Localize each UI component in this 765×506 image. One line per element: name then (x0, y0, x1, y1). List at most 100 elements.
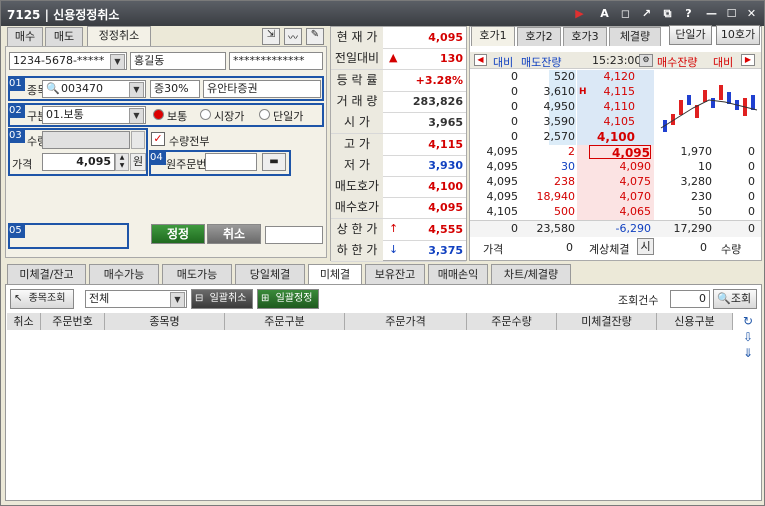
candle (679, 100, 683, 115)
bottom-tab[interactable]: 당일체결 (235, 264, 305, 284)
candle (719, 85, 723, 100)
quote-row: 전일대비 130 ▲ (331, 48, 466, 71)
minimize-icon[interactable]: — (704, 6, 719, 21)
tab-volume[interactable]: 체결량 (609, 27, 661, 46)
bottom-tab[interactable]: 미체결/잔고 (7, 264, 86, 284)
password-field[interactable]: ************* (229, 52, 323, 70)
candle (687, 95, 691, 105)
export-icon[interactable]: ⇲ (262, 28, 280, 45)
help-icon[interactable]: ? (681, 6, 696, 21)
bid-diff: 0 (748, 160, 755, 173)
single-price-button[interactable]: 단일가 (669, 25, 712, 45)
radio-normal[interactable] (153, 109, 164, 120)
time-header: 15:23:00 (592, 54, 642, 67)
bottom-tab[interactable]: 보유잔고 (365, 264, 425, 284)
export-list-icon[interactable]: ⇩ (740, 330, 756, 345)
ask-diff: 0 (511, 100, 518, 113)
bottom-tab[interactable]: 차트/체결량 (491, 264, 571, 284)
radio-single[interactable] (259, 109, 270, 120)
qty-input[interactable] (42, 131, 130, 149)
account-name: 홍길동 (130, 52, 226, 70)
quote-value: 283,826 (412, 94, 463, 108)
tool-icon[interactable]: ✎ (306, 28, 324, 45)
quote-label: 거 래 량 (331, 90, 383, 112)
price-stepper[interactable]: ▲ ▼ (115, 153, 129, 171)
quote-value: 4,095 (428, 201, 463, 215)
search-button[interactable]: 🔍 조회 (713, 289, 757, 309)
exec-time-button[interactable]: 시 (637, 238, 654, 255)
column-header: 주문수량 (467, 313, 557, 330)
ask-diff: 0 (511, 115, 518, 128)
extra-field[interactable] (265, 226, 323, 244)
quote-value: 4,095 (428, 31, 463, 44)
play-icon[interactable]: ▶ (572, 6, 587, 21)
expected-price: 0 (566, 241, 573, 254)
bottom-tab[interactable]: 매매손익 (428, 264, 488, 284)
bulk-cancel-button[interactable]: ⊟ 일괄취소 (191, 289, 253, 309)
quote-label: 하 한 가 (331, 240, 383, 261)
tab-modify-cancel[interactable]: 정정취소 (87, 26, 151, 46)
lookup-button[interactable]: ↖ 종목조회 (10, 289, 74, 309)
trade-qty: 18,940 (536, 190, 576, 203)
all-qty-checkbox[interactable]: ✓ (151, 132, 165, 146)
trade-qty: 2 (568, 145, 575, 158)
column-header: 주문구분 (225, 313, 345, 330)
tab-buy[interactable]: 매수 (7, 27, 43, 46)
count-label: 조회건수 (618, 294, 659, 307)
price-input[interactable]: 4,095 (42, 153, 115, 171)
font-icon[interactable]: A (597, 6, 612, 21)
ask-diff: 0 (511, 130, 518, 143)
column-header: 신용구분 (657, 313, 733, 330)
bid-qty: 50 (698, 205, 712, 218)
orig-order-input[interactable] (205, 153, 257, 171)
quote-value: 3,930 (428, 158, 463, 172)
tab-hoga3[interactable]: 호가3 (563, 27, 607, 46)
modify-button[interactable]: 정정 (151, 224, 205, 244)
chart-icon[interactable]: 〰 (284, 28, 302, 45)
radio-normal-label: 보통 (167, 110, 188, 123)
link-icon[interactable]: ↗ (639, 6, 654, 21)
candle (711, 98, 715, 108)
tab-hoga2[interactable]: 호가2 (517, 27, 561, 46)
prev-icon[interactable]: ◀ (474, 54, 487, 66)
bid-qty: 1,970 (680, 145, 713, 158)
tab-hoga1[interactable]: 호가1 (471, 26, 515, 46)
bottom-tab[interactable]: 매수가능 (89, 264, 159, 284)
account-select[interactable]: 1234-5678-***** (9, 52, 127, 70)
scope-select[interactable]: 전체 (85, 290, 187, 308)
quote-row: 저 가 3,930 (331, 154, 466, 177)
scroll-down-icon[interactable]: ⇓ (740, 346, 756, 361)
ask-diff: 0 (511, 70, 518, 83)
quote-value: 4,555 (428, 222, 463, 236)
popup-icon[interactable]: ◻ (618, 6, 633, 21)
ten-hoga-button[interactable]: 10호가 (716, 25, 760, 45)
next-icon[interactable]: ▶ (741, 54, 755, 66)
stock-code-input[interactable]: 🔍 003470 (42, 80, 146, 98)
ask-price: 4,110 (603, 100, 636, 113)
division-select[interactable]: 01.보통 (42, 106, 146, 124)
badge-03: 03 (8, 128, 25, 143)
bottom-tab[interactable]: 매도가능 (162, 264, 232, 284)
radio-market[interactable] (200, 109, 211, 120)
bid-qty: 10 (698, 160, 712, 173)
qty-stepper[interactable] (131, 131, 145, 149)
quote-row: 하 한 가 3,375 ↓ (331, 240, 466, 262)
candle (751, 95, 755, 110)
tool-small-icon[interactable]: ⚙ (639, 54, 653, 67)
ask-qty: 3,590 (543, 115, 576, 128)
cancel-button[interactable]: 취소 (207, 224, 261, 244)
arrow-icon: ▲ (389, 51, 398, 65)
folder-icon[interactable]: ▬ (262, 153, 286, 171)
ask-price: 4,105 (603, 115, 636, 128)
maximize-icon[interactable]: ☐ (724, 6, 739, 21)
refresh-icon[interactable]: ↻ (740, 314, 756, 329)
order-window: 7125 | 신용정정취소 ▶ A ◻ ↗ ⧉ ? — ☐ ✕ 매수 매도 정정… (0, 0, 765, 506)
all-qty-label: 수량전부 (169, 135, 210, 148)
copy-icon[interactable]: ⧉ (660, 6, 675, 21)
tab-sell[interactable]: 매도 (45, 27, 83, 46)
price-label: 가격 (12, 158, 33, 171)
close-icon[interactable]: ✕ (744, 6, 759, 21)
bottom-tab[interactable]: 미체결 (308, 264, 362, 284)
search-icon[interactable]: 🔍 (46, 81, 60, 97)
bulk-modify-button[interactable]: ⊞ 일괄정정 (257, 289, 319, 309)
